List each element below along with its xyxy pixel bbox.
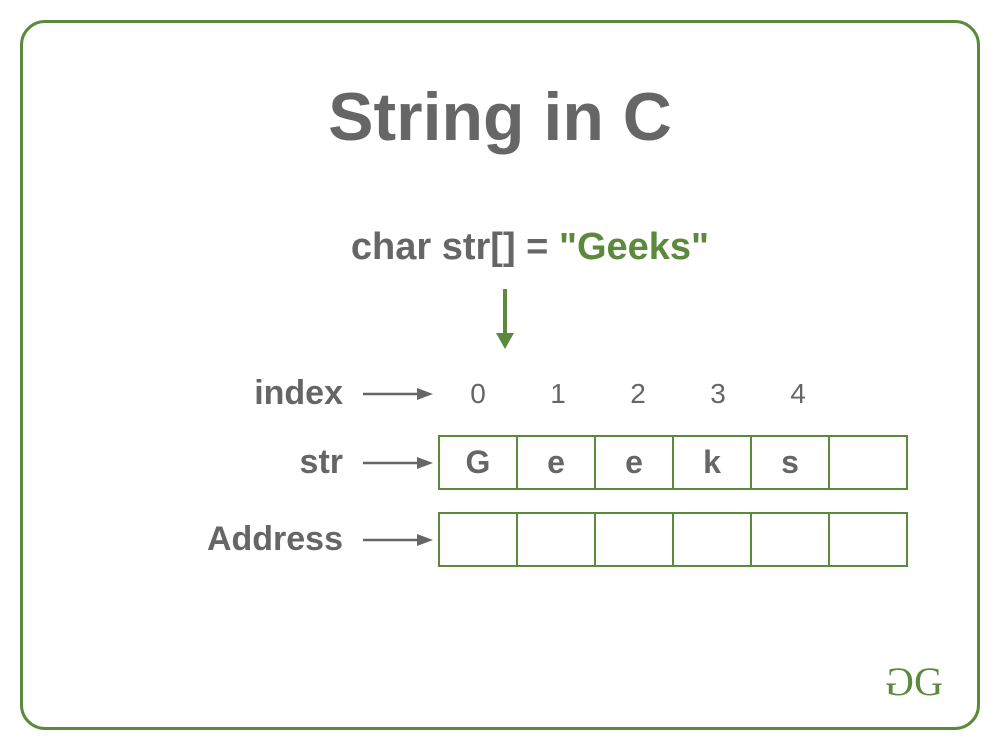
diagram-container: String in C char str[] = "Geeks" index 0… bbox=[20, 20, 980, 730]
str-content: G e e k s bbox=[438, 435, 927, 490]
str-row: str G e e k s bbox=[73, 435, 927, 490]
index-value: 4 bbox=[758, 378, 838, 410]
geeksforgeeks-logo-icon: GG bbox=[889, 658, 939, 705]
address-cell bbox=[516, 512, 596, 567]
arrow-right-icon bbox=[363, 384, 438, 404]
str-cell: e bbox=[594, 435, 674, 490]
address-cell bbox=[828, 512, 908, 567]
str-cell bbox=[828, 435, 908, 490]
declaration-prefix: char str[] = bbox=[351, 226, 559, 268]
index-value: 2 bbox=[598, 378, 678, 410]
index-content: 0 1 2 3 4 bbox=[438, 378, 927, 410]
arrow-down-icon bbox=[73, 289, 927, 349]
address-label: Address bbox=[73, 520, 363, 559]
index-row: index 0 1 2 3 4 bbox=[73, 374, 927, 413]
address-cell bbox=[672, 512, 752, 567]
diagram-title: String in C bbox=[73, 78, 927, 156]
str-cell: s bbox=[750, 435, 830, 490]
index-value: 3 bbox=[678, 378, 758, 410]
address-content bbox=[438, 512, 927, 567]
str-label: str bbox=[73, 443, 363, 482]
index-value: 0 bbox=[438, 378, 518, 410]
declaration-value: "Geeks" bbox=[559, 226, 709, 268]
index-value: 1 bbox=[518, 378, 598, 410]
str-cell: G bbox=[438, 435, 518, 490]
address-cell bbox=[594, 512, 674, 567]
code-declaration: char str[] = "Geeks" bbox=[73, 226, 927, 269]
address-cell bbox=[438, 512, 518, 567]
str-cell: k bbox=[672, 435, 752, 490]
address-cell bbox=[750, 512, 830, 567]
arrow-right-icon bbox=[363, 453, 438, 473]
arrow-right-icon bbox=[363, 530, 438, 550]
index-label: index bbox=[73, 374, 363, 413]
address-row: Address bbox=[73, 512, 927, 567]
str-cell: e bbox=[516, 435, 596, 490]
